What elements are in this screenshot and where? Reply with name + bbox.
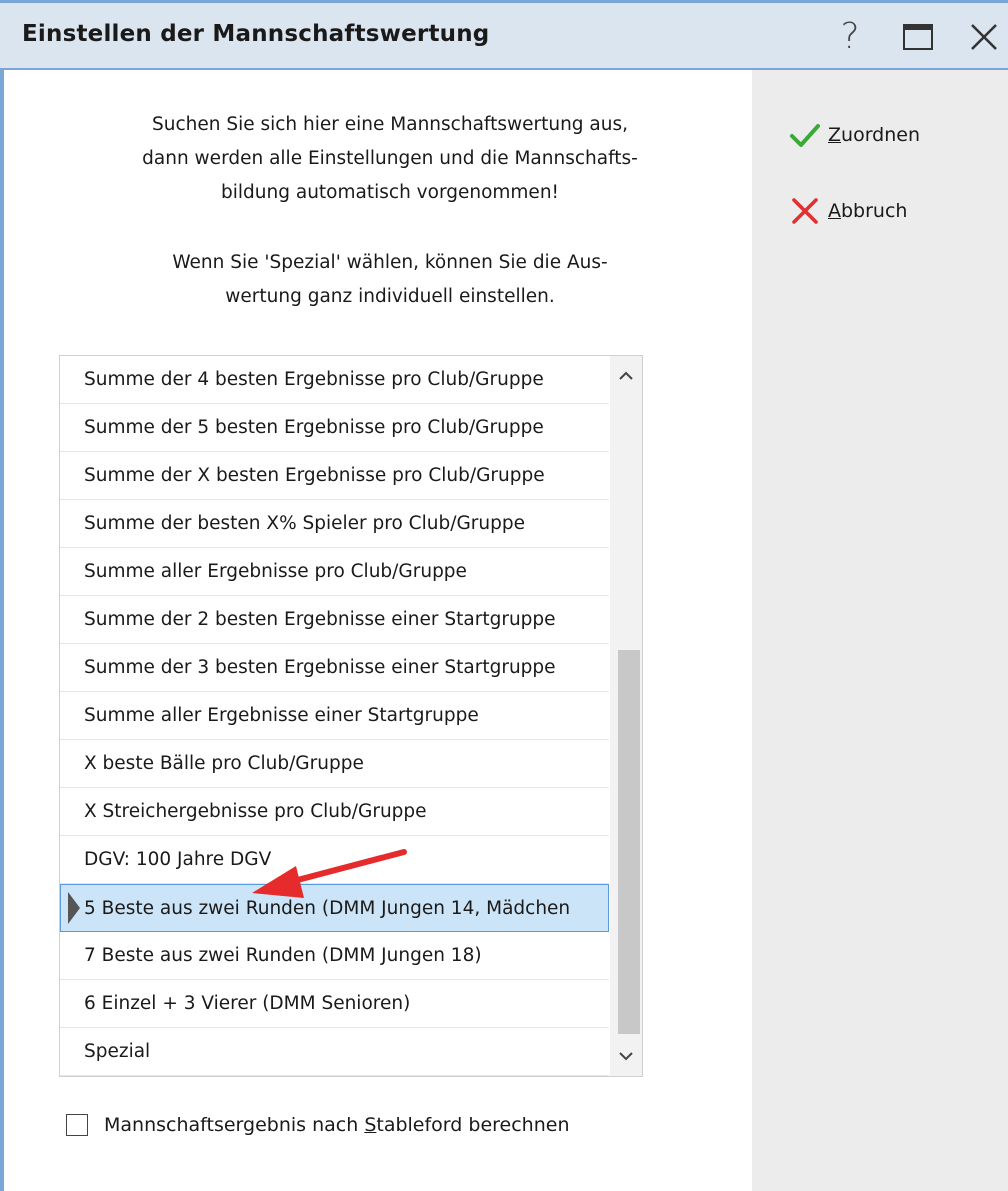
help-button[interactable]: ? bbox=[826, 13, 874, 61]
title-bar: Einstellen der Mannschaftswertung ? bbox=[0, 0, 1008, 70]
list-item[interactable]: Spezial bbox=[60, 1028, 609, 1076]
maximize-button[interactable] bbox=[894, 13, 942, 61]
list-item[interactable]: Summe aller Ergebnisse pro Club/Gruppe bbox=[60, 548, 609, 596]
assign-button[interactable]: Zuordnen bbox=[788, 120, 920, 150]
list-item[interactable]: 7 Beste aus zwei Runden (DMM Jungen 18) bbox=[60, 932, 609, 980]
intro-text: Suchen Sie sich hier eine Mannschaftswer… bbox=[142, 114, 638, 203]
chevron-down-icon bbox=[619, 1052, 633, 1061]
close-icon bbox=[971, 24, 997, 50]
list-item[interactable]: X Streichergebnisse pro Club/Gruppe bbox=[60, 788, 609, 836]
help-icon: ? bbox=[840, 16, 860, 57]
list-item[interactable]: Summe der 3 besten Ergebnisse einer Star… bbox=[60, 644, 609, 692]
list-item[interactable]: Summe aller Ergebnisse einer Startgruppe bbox=[60, 692, 609, 740]
window-frame bbox=[0, 0, 4, 1191]
list-item[interactable]: DGV: 100 Jahre DGV bbox=[60, 836, 609, 884]
cancel-label: Abbruch bbox=[828, 200, 908, 222]
cross-icon bbox=[792, 198, 818, 224]
list-item[interactable]: Summe der 5 besten Ergebnisse pro Club/G… bbox=[60, 404, 609, 452]
vertical-scrollbar[interactable] bbox=[610, 356, 642, 1076]
stableford-checkbox[interactable] bbox=[66, 1114, 88, 1136]
checkmark-icon bbox=[790, 124, 820, 147]
cancel-button[interactable]: Abbruch bbox=[788, 196, 907, 226]
stableford-label: Mannschaftsergebnis nach Stableford bere… bbox=[104, 1114, 570, 1136]
list-item[interactable]: Summe der besten X% Spieler pro Club/Gru… bbox=[60, 500, 609, 548]
stableford-option[interactable]: Mannschaftsergebnis nach Stableford bere… bbox=[66, 1114, 569, 1136]
row-marker-icon bbox=[68, 892, 80, 924]
list-item[interactable]: X beste Bälle pro Club/Gruppe bbox=[60, 740, 609, 788]
list-item[interactable]: Summe der 2 besten Ergebnisse einer Star… bbox=[60, 596, 609, 644]
team-scoring-list[interactable]: Summe der 4 besten Ergebnisse pro Club/G… bbox=[59, 355, 643, 1077]
chevron-up-icon bbox=[619, 371, 633, 380]
list-item-selected[interactable]: 5 Beste aus zwei Runden (DMM Jungen 14, … bbox=[60, 884, 609, 932]
action-panel bbox=[752, 70, 1008, 1191]
assign-label: Zuordnen bbox=[828, 124, 921, 146]
list-item[interactable]: Summe der 4 besten Ergebnisse pro Club/G… bbox=[60, 356, 609, 404]
list-item[interactable]: 6 Einzel + 3 Vierer (DMM Senioren) bbox=[60, 980, 609, 1028]
scroll-thumb[interactable] bbox=[618, 650, 640, 1034]
close-button[interactable] bbox=[960, 13, 1008, 61]
scroll-up-button[interactable] bbox=[610, 356, 642, 396]
dialog-window: Einstellen der Mannschaftswertung ? Zuor… bbox=[0, 0, 1008, 1191]
intro-special-text: Wenn Sie 'Spezial' wählen, können Sie di… bbox=[172, 252, 608, 307]
list-item[interactable]: Summe der X besten Ergebnisse pro Club/G… bbox=[60, 452, 609, 500]
maximize-icon bbox=[903, 24, 933, 50]
scroll-down-button[interactable] bbox=[610, 1036, 642, 1076]
window-title: Einstellen der Mannschaftswertung bbox=[22, 21, 490, 47]
